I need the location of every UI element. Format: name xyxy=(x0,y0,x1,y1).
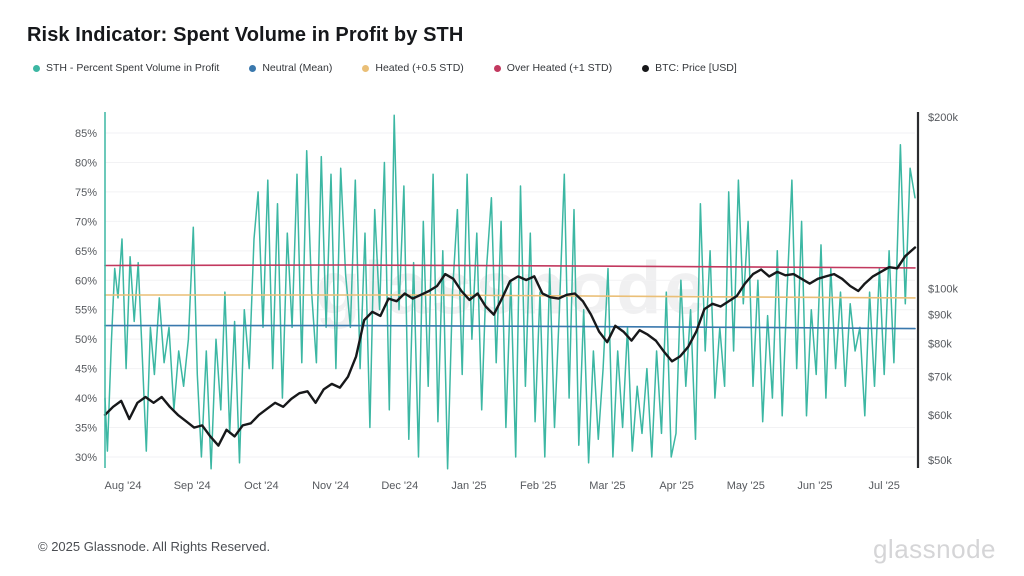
glassnode-logo: glassnode xyxy=(873,534,996,565)
copyright-text: © 2025 Glassnode. All Rights Reserved. xyxy=(38,539,270,554)
left-axis-tick-label: 60% xyxy=(75,275,97,287)
x-axis-tick-label: Jul '25 xyxy=(868,480,899,492)
left-axis-tick-label: 30% xyxy=(75,452,97,464)
right-axis-tick-label: $60k xyxy=(928,410,952,422)
x-axis-tick-label: May '25 xyxy=(727,480,765,492)
plot-area[interactable] xyxy=(105,112,915,468)
chart-canvas: 85% 80% 75% 70% 65% 60% 55% 50% 45% 40% 35% 30% $200… xyxy=(0,0,1024,520)
left-axis-tick-label: 75% xyxy=(75,187,97,199)
x-axis-tick-label: Nov '24 xyxy=(312,480,349,492)
left-axis-tick-label: 50% xyxy=(75,334,97,346)
chart-card: Risk Indicator: Spent Volume in Profit b… xyxy=(0,0,1024,576)
x-axis-tick-label: Jan '25 xyxy=(451,480,486,492)
right-axis-tick-label: $100k xyxy=(928,284,958,296)
right-axis-tick-label: $70k xyxy=(928,372,952,384)
left-axis-tick-label: 70% xyxy=(75,216,97,228)
x-axis-tick-label: Dec '24 xyxy=(381,480,418,492)
right-axis-tick-label: $200k xyxy=(928,112,958,124)
left-axis-tick-label: 40% xyxy=(75,393,97,405)
left-axis-tick-label: 55% xyxy=(75,305,97,317)
x-axis-tick-label: Apr '25 xyxy=(659,480,694,492)
x-axis-tick-label: Oct '24 xyxy=(244,480,279,492)
left-axis-tick-label: 65% xyxy=(75,246,97,258)
right-axis-tick-label: $80k xyxy=(928,339,952,351)
right-axis-tick-label: $90k xyxy=(928,310,952,322)
x-axis-tick-label: Jun '25 xyxy=(797,480,832,492)
left-axis-tick-label: 45% xyxy=(75,364,97,376)
right-axis-tick-label: $50k xyxy=(928,455,952,467)
x-axis-tick-label: Sep '24 xyxy=(174,480,211,492)
chart-area: glassnode 85%80%75%70%65%60%55%50%45%40%… xyxy=(0,0,1024,520)
x-axis-tick-label: Mar '25 xyxy=(589,480,625,492)
x-axis-tick-label: Feb '25 xyxy=(520,480,556,492)
left-axis-tick-label: 35% xyxy=(75,423,97,435)
left-axis-tick-label: 80% xyxy=(75,157,97,169)
left-axis-tick-label: 85% xyxy=(75,128,97,140)
x-axis-tick-label: Aug '24 xyxy=(105,480,142,492)
